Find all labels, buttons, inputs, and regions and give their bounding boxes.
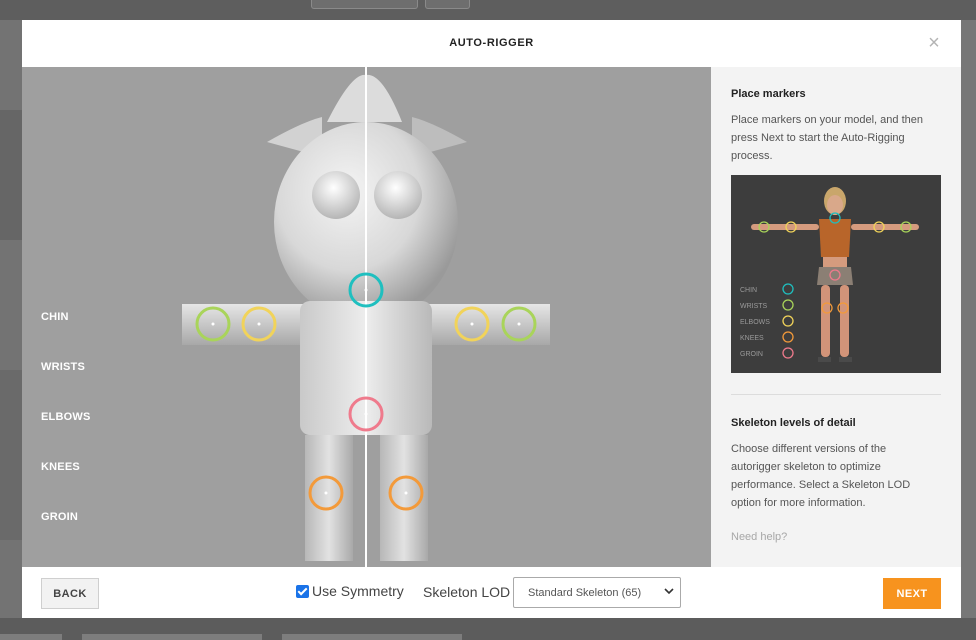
- reference-legend-label: KNEES: [740, 335, 764, 342]
- section-divider: [731, 394, 941, 395]
- elbow-marker-right[interactable]: [454, 306, 490, 342]
- reference-legend-marker: [782, 299, 794, 311]
- background-thumbnail: [0, 370, 22, 540]
- reference-legend-marker: [782, 283, 794, 295]
- dialog-header: AUTO-RIGGER ×: [22, 20, 961, 67]
- elbow-marker-left[interactable]: [241, 306, 277, 342]
- place-markers-text: Place markers on your model, and then pr…: [731, 114, 923, 162]
- reference-legend: CHIN WRISTS ELBOWS KNEES GROIN: [740, 212, 912, 359]
- background-thumbnail: [0, 110, 22, 240]
- reference-marker: [873, 221, 885, 233]
- knee-marker-left[interactable]: [308, 475, 344, 511]
- reference-marker: [900, 221, 912, 233]
- close-icon[interactable]: ×: [925, 33, 943, 53]
- chin-marker[interactable]: [348, 272, 384, 308]
- symmetry-toggle[interactable]: Use Symmetry: [296, 583, 404, 599]
- chevron-down-icon: [664, 588, 674, 595]
- reference-legend-marker: [782, 315, 794, 327]
- background-toolbar-button: [425, 0, 470, 9]
- skeleton-lod-value: Standard Skeleton (65): [528, 586, 642, 599]
- reference-marker: [829, 269, 841, 281]
- reference-image: CHIN WRISTS ELBOWS KNEES GROIN: [731, 175, 941, 373]
- place-markers-title: Place markers: [731, 88, 806, 100]
- reference-legend-marker: [782, 347, 794, 359]
- back-button[interactable]: BACK: [41, 578, 99, 609]
- groin-marker[interactable]: [348, 396, 384, 432]
- reference-legend-label: ELBOWS: [740, 319, 770, 326]
- reference-legend-label: GROIN: [740, 351, 763, 358]
- lod-text: Choose different versions of the autorig…: [731, 443, 911, 509]
- skeleton-lod-label: Skeleton LOD: [423, 584, 511, 600]
- background-right-panel: [961, 20, 976, 640]
- reference-legend-marker: [782, 331, 794, 343]
- lod-title: Skeleton levels of detail: [731, 417, 856, 429]
- help-link[interactable]: Need help?: [731, 531, 787, 543]
- reference-marker: [837, 302, 849, 314]
- knee-marker-right[interactable]: [388, 475, 424, 511]
- model-viewport[interactable]: CHIN WRISTS ELBOWS KNEES GROIN: [22, 67, 711, 567]
- background-toolbar: [0, 0, 976, 20]
- background-toolbar-field: [311, 0, 418, 9]
- reference-marker: [821, 302, 833, 314]
- reference-legend-label: CHIN: [740, 287, 757, 294]
- background-left-panel: [0, 20, 22, 640]
- wrist-marker-right[interactable]: [501, 306, 537, 342]
- reference-legend-label: WRISTS: [740, 303, 768, 310]
- next-button[interactable]: NEXT: [883, 578, 941, 609]
- skeleton-lod-select[interactable]: Standard Skeleton (65): [513, 577, 681, 608]
- auto-rigger-dialog: AUTO-RIGGER × CHIN WRISTS ELBOWS KNEES G…: [22, 20, 961, 618]
- background-bottom-strip: [0, 618, 976, 640]
- reference-marker: [758, 221, 770, 233]
- symmetry-checkbox[interactable]: [296, 584, 309, 598]
- instructions-panel: Place markers Place markers on your mode…: [711, 67, 961, 567]
- symmetry-label: Use Symmetry: [312, 583, 404, 599]
- dialog-title: AUTO-RIGGER: [449, 37, 534, 49]
- dialog-footer: BACK Use Symmetry Skeleton LOD Standard …: [22, 567, 961, 618]
- reference-marker: [829, 212, 841, 224]
- rig-markers[interactable]: [22, 67, 711, 567]
- reference-marker: [785, 221, 797, 233]
- wrist-marker-left[interactable]: [195, 306, 231, 342]
